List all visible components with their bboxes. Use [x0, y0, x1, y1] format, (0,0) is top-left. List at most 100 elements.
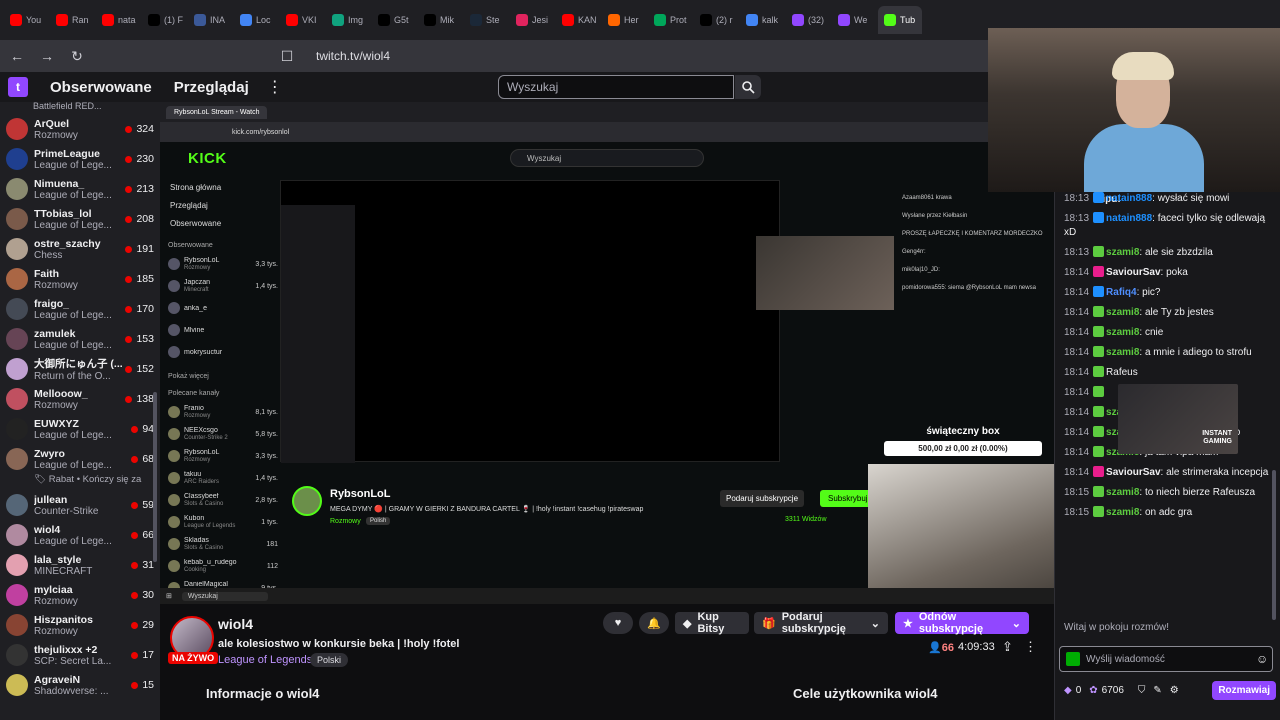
sidebar-channel[interactable]: TTobias_lol League of Lege... 208 — [0, 204, 160, 234]
sidebar-channel[interactable]: Hiszpanitos Rozmowy 29 — [0, 610, 160, 640]
sidebar-channel[interactable]: jullean Counter-Strike 59 — [0, 490, 160, 520]
sidebar-channel[interactable]: ostre_szachy Chess 191 — [0, 234, 160, 264]
twitch-logo-icon[interactable]: t — [8, 77, 28, 97]
kick-stream-title: MEGA DYMY 🔴 | GRAMY W GIERKI Z BANDURA C… — [330, 506, 644, 513]
browser-tab[interactable]: Jesi — [510, 6, 554, 34]
browser-tab[interactable]: Mik — [418, 6, 462, 34]
search-button[interactable] — [735, 75, 761, 99]
channel-viewers: 15 — [142, 679, 154, 691]
stream-title: ale kolesiostwo w konkursie beka | !holy… — [218, 638, 460, 650]
sidebar-channel[interactable]: Faith Rozmowy 185 — [0, 264, 160, 294]
bits-icon[interactable]: ◆ — [1064, 685, 1072, 696]
webcam-hair — [1112, 52, 1174, 80]
search-input[interactable]: Wyszukaj — [498, 75, 734, 99]
channel-avatar — [6, 494, 28, 516]
tab-favicon-icon — [286, 14, 298, 26]
chat-time: 18:15 — [1064, 507, 1090, 518]
browser-tab[interactable]: nata — [96, 6, 140, 34]
notifications-button[interactable]: 🔔 — [639, 612, 669, 634]
sidebar-channel[interactable]: AgraveiN Shadowverse: ... 15 — [0, 670, 160, 700]
browser-tab[interactable]: G5t — [372, 6, 416, 34]
channel-game: League of Lege... — [34, 219, 112, 231]
renew-sub-button[interactable]: ★ Odnów subskrypcję ⌄ — [895, 611, 1029, 635]
browser-tab[interactable]: INA — [188, 6, 232, 34]
browser-tab[interactable]: You — [4, 6, 48, 34]
sidebar-channel[interactable]: thejulixxx +2 SCP: Secret La... 17 — [0, 640, 160, 670]
nav-browse[interactable]: Przeglądaj — [174, 79, 249, 96]
chat-send-button[interactable]: Rozmawiaj — [1212, 680, 1276, 700]
live-dot-icon — [125, 185, 133, 193]
browser-tab[interactable]: Loc — [234, 6, 278, 34]
gear-icon[interactable]: ⚙ — [1170, 685, 1179, 696]
more-options-icon[interactable]: ⋮ — [267, 77, 283, 97]
gift-sub-button[interactable]: 🎁 Podaruj subskrypcję ⌄ — [754, 611, 888, 635]
url-text[interactable]: twitch.tv/wiol4 — [316, 49, 390, 63]
video-player[interactable]: RybsonLoL Stream - Watch kick.com/rybson… — [160, 102, 1054, 604]
sidebar-scrollbar[interactable] — [153, 392, 157, 562]
back-icon[interactable]: ← — [8, 47, 26, 65]
kick-channel: RybsonLoL Rozmowy 3,3 tys. — [164, 445, 278, 467]
chat-username[interactable]: szami8 — [1106, 487, 1139, 498]
chat-username[interactable]: szami8 — [1106, 307, 1139, 318]
sidebar-channel[interactable]: PrimeLeague League of Lege... 230 — [0, 144, 160, 174]
forward-icon[interactable]: → — [38, 47, 56, 65]
chat-username[interactable]: szami8 — [1106, 327, 1139, 338]
browser-tab[interactable]: kalk — [740, 6, 784, 34]
sidebar-channel[interactable]: ArQuel Rozmowy 324 — [0, 114, 160, 144]
more-icon[interactable]: ⋮ — [1024, 639, 1037, 655]
chat-username[interactable]: natain888 — [1106, 193, 1152, 204]
channel-avatar — [6, 148, 28, 170]
stream-category[interactable]: League of Legends — [218, 654, 312, 666]
chat-time: 18:13 — [1064, 213, 1090, 224]
browser-tab[interactable]: Ste — [464, 6, 508, 34]
chat-input[interactable]: Wyślij wiadomość — [1059, 646, 1273, 672]
streamer-name[interactable]: wiol4 — [218, 616, 253, 632]
chat-username[interactable]: SaviourSav — [1106, 267, 1160, 278]
sidebar-channel[interactable]: Mellooow_ Rozmowy 138 — [0, 384, 160, 414]
share-icon[interactable]: ⇪ — [1002, 639, 1013, 655]
sidebar-channel[interactable]: 大御所にゅん子 (... Return of the O... 152 — [0, 354, 160, 384]
chat-username[interactable]: Rafiq4 — [1106, 287, 1137, 298]
browser-tab[interactable]: (32) — [786, 6, 830, 34]
chat-username[interactable]: szami8 — [1106, 247, 1139, 258]
channel-name: ArQuel — [34, 117, 70, 130]
sidebar-channel[interactable]: fraigo_ League of Lege... 170 — [0, 294, 160, 324]
chat-username[interactable]: SaviourSav — [1106, 467, 1160, 478]
shield-icon[interactable]: ⛉ — [1138, 685, 1146, 696]
sidebar-channel[interactable]: mylciaa Rozmowy 30 — [0, 580, 160, 610]
reload-icon[interactable]: ↻ — [68, 47, 86, 65]
browser-tab[interactable]: Ran — [50, 6, 94, 34]
points-icon[interactable]: ✿ — [1089, 685, 1097, 696]
chat-scrollbar[interactable] — [1272, 470, 1276, 620]
browser-tab[interactable]: We — [832, 6, 876, 34]
channel-viewers: 152 — [136, 363, 154, 375]
sidebar-channel[interactable]: wiol4 League of Lege... 66 — [0, 520, 160, 550]
chat-username[interactable]: natain888 — [1106, 213, 1152, 224]
sidebar-channel[interactable]: zamulek League of Lege... 153 — [0, 324, 160, 354]
stream-tag[interactable]: Polski — [310, 653, 349, 667]
kick-channel-avatar — [168, 280, 180, 292]
pen-icon[interactable]: ✎ — [1153, 685, 1161, 696]
emote-icon[interactable]: ☺ — [1256, 652, 1268, 666]
browser-tab[interactable]: Her — [602, 6, 646, 34]
sidebar-channel[interactable]: EUWXYZ League of Lege... 94 — [0, 414, 160, 444]
bookmark-icon[interactable]: ☐ — [278, 47, 296, 65]
channel-viewers: 29 — [142, 619, 154, 631]
browser-tab[interactable]: (1) F — [142, 6, 186, 34]
buy-bits-button[interactable]: ◆ Kup Bitsy — [675, 611, 749, 635]
about-heading[interactable]: Informacje o wiol4 — [206, 686, 319, 701]
chat-username[interactable]: szami8 — [1106, 347, 1139, 358]
browser-tab[interactable]: (2) r — [694, 6, 738, 34]
sidebar-channel[interactable]: lala_style MINECRAFT 31 — [0, 550, 160, 580]
browser-tab[interactable]: Tub — [878, 6, 922, 34]
sidebar-channel[interactable]: Nimuena_ League of Lege... 213 — [0, 174, 160, 204]
follow-heart-button[interactable]: ♥ — [603, 612, 633, 634]
sidebar-channel[interactable]: Zwyro League of Lege... 68 — [0, 444, 160, 474]
kick-section-recommended: Polecane kanały — [168, 390, 220, 397]
browser-tab[interactable]: KAN — [556, 6, 600, 34]
chat-username[interactable]: szami8 — [1106, 507, 1139, 518]
browser-tab[interactable]: Prot — [648, 6, 692, 34]
browser-tab[interactable]: VKI — [280, 6, 324, 34]
browser-tab[interactable]: Img — [326, 6, 370, 34]
nav-followed[interactable]: Obserwowane — [50, 79, 152, 96]
